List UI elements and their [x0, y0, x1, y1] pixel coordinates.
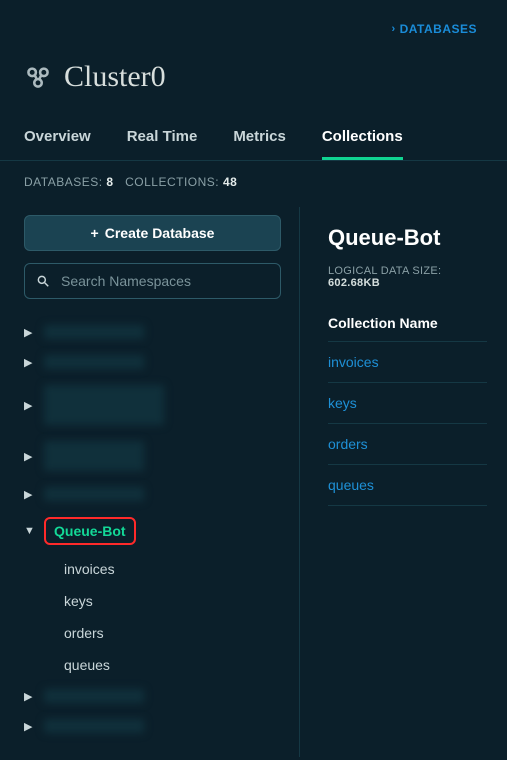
tab-overview[interactable]: Overview: [24, 128, 91, 160]
breadcrumb[interactable]: › DATABASES: [391, 22, 477, 36]
page-title: Cluster0: [64, 60, 166, 94]
tab-realtime[interactable]: Real Time: [127, 128, 198, 160]
tree-db-label: Queue-Bot: [44, 517, 136, 545]
tree-db-item[interactable]: ▶: [24, 433, 281, 479]
chevron-right-icon: ›: [391, 23, 395, 35]
tabs: Overview Real Time Metrics Collections: [0, 94, 507, 161]
detail-title: Queue-Bot: [328, 225, 487, 251]
tree-db-item[interactable]: ▶: [24, 317, 281, 347]
tree-db-item[interactable]: ▶: [24, 347, 281, 377]
collection-row[interactable]: invoices: [328, 342, 487, 383]
collection-table-header: Collection Name: [328, 315, 487, 342]
tree-collection-item[interactable]: orders: [64, 617, 281, 649]
database-tree: ▶ ▶ ▶ ▶ ▶ ▼ Queue-Bot invoices keys orde…: [24, 317, 281, 741]
plus-icon: +: [91, 225, 99, 241]
tree-collection-item[interactable]: invoices: [64, 553, 281, 585]
collection-row[interactable]: keys: [328, 383, 487, 424]
breadcrumb-label: DATABASES: [400, 22, 477, 36]
create-database-label: Create Database: [105, 225, 215, 241]
tree-collection-item[interactable]: queues: [64, 649, 281, 681]
search-namespaces-input[interactable]: [24, 263, 281, 299]
tab-collections[interactable]: Collections: [322, 128, 403, 160]
create-database-button[interactable]: + Create Database: [24, 215, 281, 251]
tree-db-queue-bot[interactable]: ▼ Queue-Bot: [24, 509, 281, 553]
tree-db-item[interactable]: ▶: [24, 479, 281, 509]
stats-bar: DATABASES: 8 COLLECTIONS: 48: [0, 161, 507, 189]
tree-db-item[interactable]: ▶: [24, 681, 281, 711]
collection-row[interactable]: orders: [328, 424, 487, 465]
collection-row[interactable]: queues: [328, 465, 487, 506]
tab-metrics[interactable]: Metrics: [233, 128, 286, 160]
tree-db-item[interactable]: ▶: [24, 711, 281, 741]
detail-meta: LOGICAL DATA SIZE: 602.68KB: [328, 265, 487, 289]
tree-collection-item[interactable]: keys: [64, 585, 281, 617]
cluster-icon: [24, 63, 52, 91]
caret-down-icon: ▼: [24, 525, 34, 537]
tree-db-item[interactable]: ▶: [24, 377, 281, 433]
search-icon: [36, 274, 50, 288]
